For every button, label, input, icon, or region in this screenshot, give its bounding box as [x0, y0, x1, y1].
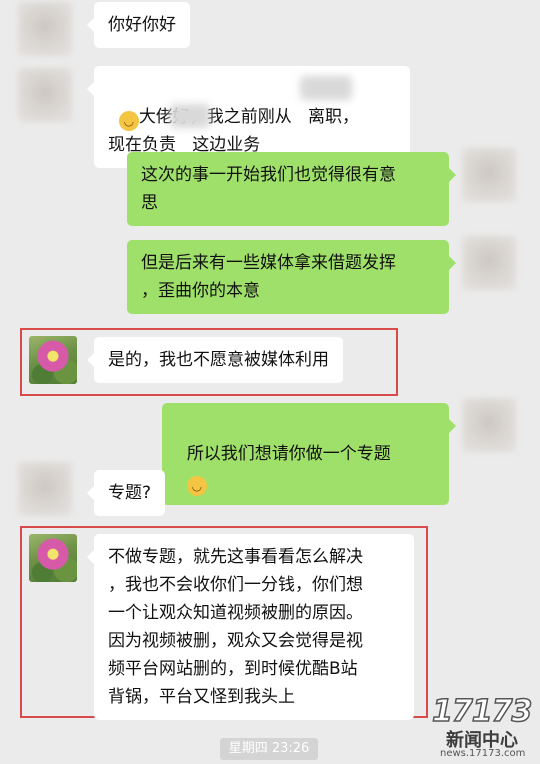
- watermark-number: 17173: [431, 693, 533, 730]
- contact-avatar[interactable]: [18, 68, 72, 122]
- message-bubble[interactable]: 但是后来有一些媒体拿来借题发挥 ，歪曲你的本意: [127, 240, 456, 314]
- my-avatar[interactable]: [462, 398, 516, 452]
- my-avatar[interactable]: [462, 236, 516, 290]
- grin-emoji-icon: ◡: [186, 476, 207, 496]
- message-bubble[interactable]: 所以我们想请你做一个专题 ◡: [162, 403, 456, 505]
- message-text: 所以我们想请你做一个专题: [186, 444, 391, 464]
- site-watermark-logo: 17173 新闻中心 news.17173.com: [424, 693, 536, 760]
- smile-emoji-icon: ◡: [118, 111, 139, 131]
- contact-avatar[interactable]: [18, 2, 72, 56]
- message-bubble[interactable]: 是的，我也不愿意被媒体利用: [87, 337, 343, 383]
- contact-avatar[interactable]: [29, 534, 77, 582]
- redaction-blur: [170, 104, 210, 128]
- redaction-blur: [300, 76, 352, 100]
- message-bubble[interactable]: 这次的事一开始我们也觉得很有意 思: [127, 152, 456, 226]
- message-text: 大佬好，我之前刚从 离职， 现在负责 这边业务: [108, 107, 360, 155]
- contact-avatar[interactable]: [29, 336, 77, 384]
- my-avatar[interactable]: [462, 148, 516, 202]
- message-bubble[interactable]: 不做专题，就先这事看看怎么解决 ，我也不会收你们一分钱，你们想 一个让观众知道视…: [87, 534, 414, 720]
- contact-avatar[interactable]: [18, 462, 72, 516]
- watermark-url: news.17173.com: [440, 748, 526, 759]
- message-bubble[interactable]: 你好你好: [87, 2, 190, 48]
- message-timestamp: 星期四 23:26: [220, 738, 318, 760]
- message-bubble[interactable]: 专题?: [86, 470, 166, 516]
